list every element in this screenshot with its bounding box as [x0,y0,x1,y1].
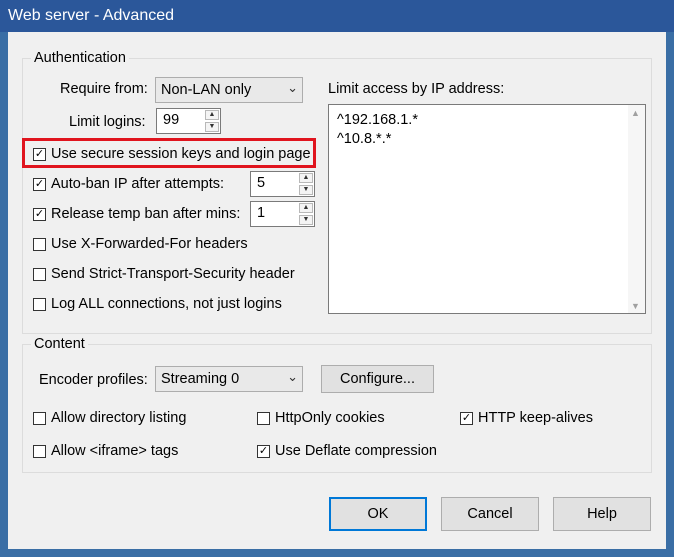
spin-up-icon[interactable]: ▲ [299,173,313,183]
auto-ban-box: ✓ [33,178,46,191]
spin-down-icon[interactable]: ▼ [205,122,219,132]
log-all-label: Log ALL connections, not just logins [51,296,282,312]
spin-down-icon[interactable]: ▼ [299,215,313,225]
release-ban-box: ✓ [33,208,46,221]
ip-list-scrollbar[interactable]: ▲ ▼ [628,105,645,313]
auto-ban-label: Auto-ban IP after attempts: [51,176,225,192]
httponly-cookies-label: HttpOnly cookies [275,410,385,426]
window-title: Web server - Advanced [8,7,175,24]
release-ban-stepper[interactable]: 1 ▲ ▼ [250,201,315,227]
strict-transport-box [33,268,46,281]
configure-button[interactable]: Configure... [321,365,434,393]
spin-down-icon[interactable]: ▼ [299,185,313,195]
encoder-profiles-select[interactable]: Streaming 0 ⌄ [155,366,303,392]
x-forwarded-for-box [33,238,46,251]
help-button[interactable]: Help [553,497,651,531]
auto-ban-value: 5 [257,175,266,191]
ip-limit-list[interactable]: ^192.168.1.* ^10.8.*.* ▲ ▼ [328,104,646,314]
ip-entry[interactable]: ^192.168.1.* [337,112,418,128]
require-from-value: Non-LAN only [161,82,252,98]
auto-ban-stepper[interactable]: 5 ▲ ▼ [250,171,315,197]
title-bar[interactable]: Web server - Advanced [0,0,674,32]
allow-iframe-label: Allow <iframe> tags [51,443,179,459]
release-ban-spin-buttons: ▲ ▼ [299,203,313,225]
x-forwarded-for-label: Use X-Forwarded-For headers [51,236,248,252]
http-keepalives-box: ✓ [460,412,473,425]
limit-logins-stepper[interactable]: 99 ▲ ▼ [156,108,221,134]
scroll-up-icon[interactable]: ▲ [631,108,640,118]
ok-button[interactable]: OK [329,497,427,531]
require-from-label: Require from: [60,81,148,97]
http-keepalives-label: HTTP keep-alives [478,410,593,426]
spin-up-icon[interactable]: ▲ [205,110,219,120]
deflate-compression-label: Use Deflate compression [275,443,437,459]
limit-logins-label: Limit logins: [69,114,146,130]
auto-ban-spin-buttons: ▲ ▼ [299,173,313,195]
allow-directory-listing-box [33,412,46,425]
limit-logins-value: 99 [163,112,180,128]
release-ban-value: 1 [257,205,266,221]
encoder-profiles-value: Streaming 0 [161,371,240,387]
spin-up-icon[interactable]: ▲ [299,203,313,213]
scroll-down-icon[interactable]: ▼ [631,301,640,311]
chevron-down-icon: ⌄ [287,80,298,95]
log-all-box [33,298,46,311]
encoder-profiles-label: Encoder profiles: [39,372,148,388]
strict-transport-label: Send Strict-Transport-Security header [51,266,295,282]
release-ban-label: Release temp ban after mins: [51,206,241,222]
ip-limit-label: Limit access by IP address: [328,81,505,97]
httponly-cookies-box [257,412,270,425]
ip-entry[interactable]: ^10.8.*.* [337,131,391,147]
allow-directory-listing-label: Allow directory listing [51,410,187,426]
deflate-compression-box: ✓ [257,445,270,458]
allow-iframe-box [33,445,46,458]
content-legend: Content [34,336,85,352]
highlight-box [22,138,316,168]
dialog-client-area: Authentication Require from: Non-LAN onl… [8,32,666,549]
limit-logins-spin-buttons: ▲ ▼ [205,110,219,132]
cancel-button[interactable]: Cancel [441,497,539,531]
authentication-legend: Authentication [34,50,126,66]
require-from-select[interactable]: Non-LAN only ⌄ [155,77,303,103]
chevron-down-icon: ⌄ [287,369,298,384]
